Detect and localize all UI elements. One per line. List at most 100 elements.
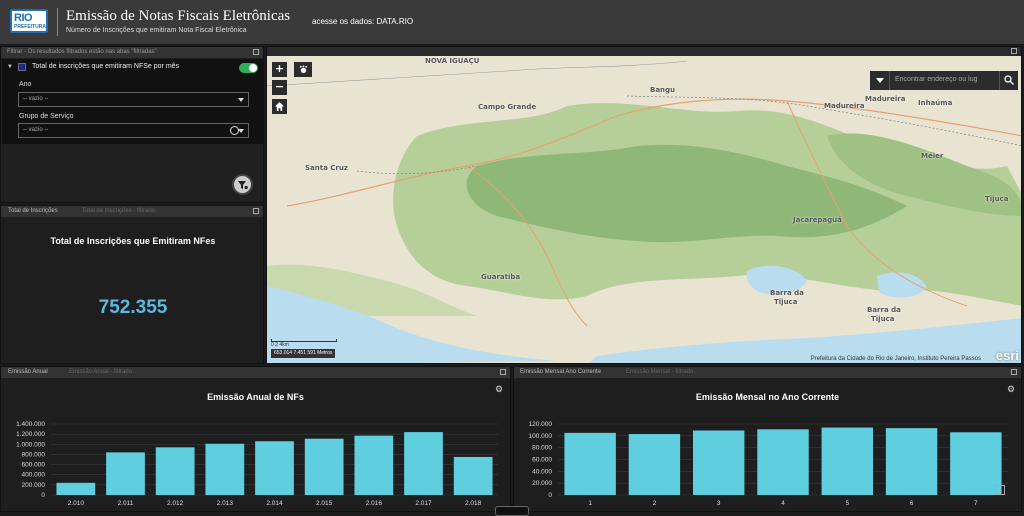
chart-bar[interactable] (155, 447, 195, 495)
x-tick-label: 2.011 (118, 500, 134, 507)
logo-subtext: PREFEITURA (14, 24, 46, 30)
map-view[interactable]: NOVA IGUAÇU Bangu Campo Grande Madureira… (267, 56, 1021, 363)
panel-expand-handle[interactable] (495, 506, 529, 516)
layer-symbol-icon (18, 63, 26, 71)
search-icon (1004, 75, 1014, 85)
app-header: RIO PREFEITURA Emissão de Notas Fiscais … (0, 0, 1024, 44)
map-label: Guaratiba (481, 273, 521, 281)
home-button[interactable] (272, 99, 287, 114)
search-button[interactable] (999, 71, 1018, 90)
chart-bar[interactable] (304, 438, 344, 495)
zoom-out-button[interactable]: − (272, 80, 287, 95)
y-tick-label: 100.000 (529, 433, 553, 440)
chevron-down-icon[interactable]: ▼ (7, 64, 13, 70)
chevron-down-icon (238, 129, 244, 133)
map-label: NOVA IGUAÇU (425, 57, 480, 65)
chart-bar[interactable] (56, 482, 96, 495)
chart-bar[interactable] (885, 428, 938, 495)
tab-total[interactable]: Total de Inscrições (8, 208, 58, 214)
layer-toggle[interactable] (239, 63, 258, 73)
chart-bar[interactable] (106, 452, 145, 495)
maximize-icon[interactable] (253, 208, 259, 214)
x-tick-label: 2.016 (366, 500, 383, 507)
y-tick-label: 600.000 (22, 462, 46, 469)
data-rio-link[interactable]: acesse os dados: DATA.RIO (312, 17, 413, 26)
chart-bar[interactable] (205, 443, 245, 495)
chart-bar[interactable] (757, 429, 809, 495)
map-label: Bangu (650, 86, 676, 94)
filter-panel-title: Filtrar - Os resultados filtrados estão … (1, 47, 263, 58)
maximize-icon[interactable] (253, 49, 259, 55)
chart-bar[interactable] (354, 435, 394, 495)
x-tick-label: 1 (588, 500, 592, 507)
map-label: Méier (921, 152, 944, 160)
map-label: Barra da (770, 289, 804, 297)
filter-panel: Filtrar - Os resultados filtrados estão … (0, 46, 264, 203)
map-basemap (267, 56, 1021, 363)
header-divider (57, 8, 58, 36)
home-icon (275, 102, 284, 111)
map-label: Santa Cruz (305, 164, 348, 172)
app-title: Emissão de Notas Fiscais Eletrônicas (66, 8, 291, 24)
chart-bar[interactable] (404, 432, 443, 495)
x-tick-label: 2.017 (415, 500, 432, 507)
map-label: Tijuca (985, 195, 1009, 203)
zoom-in-button[interactable]: + (272, 62, 287, 77)
maximize-icon[interactable] (1011, 48, 1017, 54)
service-group-label: Grupo de Serviço (19, 113, 74, 120)
y-tick-label: 1.200.000 (16, 431, 45, 438)
chart-bar[interactable] (950, 432, 1002, 495)
y-tick-label: 1.400.000 (16, 421, 45, 428)
y-tick-label: 800.000 (22, 451, 46, 458)
filter-form: ▼ Total de inscrições que emitiram NFSe … (2, 59, 264, 144)
map-label: Tijuca (871, 315, 895, 323)
map-label: Inhaúma (918, 99, 953, 107)
x-tick-label: 2 (653, 500, 657, 507)
esri-logo: esri (995, 348, 1019, 363)
logo-text: RIO (14, 12, 33, 24)
chart-bar[interactable] (453, 456, 493, 495)
chart-bar[interactable] (821, 427, 873, 495)
locate-button[interactable] (294, 62, 312, 77)
coordinates-readout: 653.014 7.451 591 Metros (271, 349, 336, 358)
chart-bar[interactable] (693, 430, 745, 495)
map-attribution: Prefeitura da Cidade do Rio de Janeiro, … (810, 356, 981, 362)
search-source-dropdown[interactable] (870, 71, 890, 90)
x-tick-label: 6 (910, 500, 914, 507)
coordinates-text: 653.014 7.451 591 Metros (274, 350, 333, 356)
service-group-select-value: -- vazio -- (23, 127, 49, 133)
x-tick-label: 2.012 (167, 500, 184, 507)
map-label: Tijuca (774, 298, 798, 306)
y-tick-label: 1.000.000 (16, 441, 45, 448)
map-label: Madureira (865, 95, 906, 103)
map-label: Jacarepaguá (793, 216, 842, 224)
map-label: Campo Grande (478, 103, 537, 111)
annual-chart: 1.400.000 1.200.000 1.000.000 800.000 600.00… (16, 421, 498, 507)
service-group-select[interactable]: -- vazio -- (18, 123, 249, 138)
address-search: Encontrar endereço ou lug (870, 71, 1018, 90)
apply-filter-button[interactable] (232, 174, 253, 195)
layer-label: Total de inscrições que emitiram NFSe po… (32, 63, 180, 70)
x-tick-label: 7 (974, 500, 978, 507)
fullscreen-icon[interactable] (995, 485, 1005, 495)
total-value: 752.355 (98, 297, 168, 318)
chevron-down-icon (238, 98, 244, 102)
map-panel: NOVA IGUAÇU Bangu Campo Grande Madureira… (266, 46, 1022, 364)
map-label: Barra da (867, 306, 901, 314)
chart-bar[interactable] (628, 434, 681, 495)
x-tick-label: 2.013 (217, 500, 234, 507)
x-tick-label: 5 (845, 500, 849, 507)
chart-bar[interactable] (564, 432, 616, 495)
rio-prefeitura-logo[interactable]: RIO PREFEITURA (10, 9, 48, 33)
tab-total-filtered[interactable]: Total de Inscrições - filtrado (82, 208, 155, 214)
monthly-chart-panel: Emissão Mensal Ano Corrente Emissão Mens… (513, 366, 1022, 512)
app-subtitle: Número de Inscrições que emitiram Nota F… (66, 27, 247, 34)
y-tick-label: 60.000 (532, 457, 552, 464)
map-label: Madureira (824, 102, 865, 110)
year-select-value: -- vazio -- (23, 96, 49, 102)
chart-bar[interactable] (255, 441, 294, 495)
search-input[interactable]: Encontrar endereço ou lug (895, 76, 978, 83)
year-select[interactable]: -- vazio -- (18, 92, 249, 107)
x-tick-label: 4 (781, 500, 785, 507)
total-title: Total de Inscrições que Emitiram NFes (50, 236, 216, 246)
